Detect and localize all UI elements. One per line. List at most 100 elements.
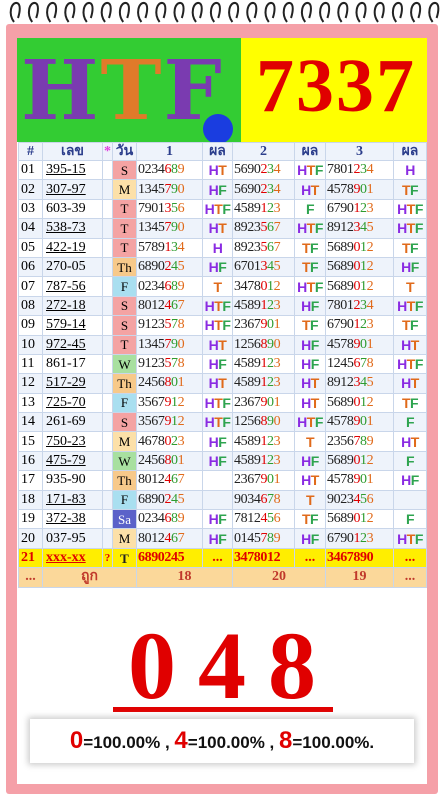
brand-letter-t: T <box>100 43 164 139</box>
row-number: 395-15 <box>42 159 103 181</box>
percent-digit: 4 <box>174 727 188 754</box>
row-index: 05 <box>18 237 43 258</box>
row-set-3: 4578901 <box>325 412 394 433</box>
result-digits: 048 <box>17 618 427 714</box>
brand-dot <box>203 114 233 144</box>
row-result-1: HT <box>202 334 233 355</box>
row-result-1: HF <box>202 353 233 375</box>
header-col-number: เลข <box>42 142 103 161</box>
row-result-3: TF <box>393 179 427 200</box>
spiral-binding <box>9 2 440 23</box>
row-number: 037-95 <box>42 528 103 549</box>
row-number: 861-17 <box>42 353 103 375</box>
row-index: 15 <box>18 431 43 452</box>
table-row: 19 372-38 Sa 0234689 HF 7812456 TF 5689012 F <box>18 509 427 530</box>
latest-result-2: ... <box>294 547 326 569</box>
row-set-1: 1345790 <box>136 334 203 355</box>
banner-number: 7337 <box>256 44 416 128</box>
row-set-1: 0234689 <box>136 276 203 297</box>
row-star <box>102 373 113 394</box>
result-digit: 8 <box>268 612 316 719</box>
row-set-3: 7801234 <box>325 295 394 317</box>
row-day: W <box>112 450 137 472</box>
spiral-ring <box>209 2 221 23</box>
latest-set-1: 6890245 <box>136 547 203 569</box>
row-set-3: 5689012 <box>325 276 394 297</box>
row-set-1: 1345790 <box>136 218 203 239</box>
row-result-1: HTF <box>202 412 233 433</box>
row-result-2: HTF <box>294 218 326 239</box>
row-star <box>102 159 113 181</box>
header-col-day: วัน <box>112 142 137 161</box>
row-set-1: 4678023 <box>136 431 203 452</box>
row-number: 372-38 <box>42 509 103 530</box>
row-set-1: 6890245 <box>136 489 203 511</box>
row-result-2: TF <box>294 237 326 258</box>
row-result-3: TF <box>393 392 427 414</box>
row-star <box>102 392 113 414</box>
percent-summary: 0=100.00% , 4=100.00% , 8=100.00%. <box>30 719 414 763</box>
footer-more: ... <box>18 567 43 588</box>
row-result-2: HTF <box>294 276 326 297</box>
row-set-2: 2367901 <box>232 470 295 491</box>
row-result-1: HF <box>202 509 233 530</box>
row-day: F <box>112 276 137 297</box>
row-number: 538-73 <box>42 218 103 239</box>
row-set-2: 4589123 <box>232 431 295 452</box>
percent-value: =100.00% <box>187 733 265 752</box>
table-footer: ... ถูก 18 20 19... <box>18 567 427 588</box>
row-index: 11 <box>18 353 43 375</box>
row-set-3: 9023456 <box>325 489 394 511</box>
row-day: T <box>112 334 137 355</box>
row-result-3: F <box>393 412 427 433</box>
row-result-2: T <box>294 489 326 511</box>
row-result-2: HT <box>294 373 326 394</box>
row-set-1: 8012467 <box>136 295 203 317</box>
row-result-3 <box>393 489 427 511</box>
row-number: 307-97 <box>42 179 103 200</box>
latest-set-3: 3467890 <box>325 547 394 569</box>
table-row: 14 261-69 S 3567912 HTF 1256890 HTF 4578901 F <box>18 412 427 433</box>
row-number: 517-29 <box>42 373 103 394</box>
row-set-1: 3567912 <box>136 392 203 414</box>
row-index: 17 <box>18 470 43 491</box>
spiral-ring <box>264 2 276 23</box>
latest-star: ? <box>102 547 113 569</box>
banner-brand-panel: HTF <box>17 38 241 144</box>
row-result-2: HT <box>294 179 326 200</box>
table-row: 05 422-19 T 5789134 H 8923567 TF 5689012 TF <box>18 237 427 258</box>
row-set-2: 4589123 <box>232 198 295 220</box>
row-result-1: H <box>202 237 233 258</box>
row-result-1: HTF <box>202 198 233 220</box>
row-result-3: F <box>393 509 427 530</box>
row-result-1: HF <box>202 256 233 278</box>
row-result-1: T <box>202 276 233 297</box>
spiral-ring <box>82 2 94 23</box>
banner-number-panel: 7337 <box>241 38 427 142</box>
row-star <box>102 256 113 278</box>
table-row: 15 750-23 M 4678023 HF 4589123 T 2356789 HT <box>18 431 427 452</box>
row-star <box>102 237 113 258</box>
table-row: 01 395-15 S 0234689 HT 5690234 HTF 7801234 H <box>18 159 427 181</box>
row-set-3: 5689012 <box>325 509 394 530</box>
row-star <box>102 295 113 317</box>
result-digit: 4 <box>198 612 246 719</box>
table-header: # เลข * วัน 1 ผล 2 ผล 3 ผล <box>18 142 427 161</box>
row-result-2: HF <box>294 334 326 355</box>
header-col-set-2: 2 <box>232 142 295 161</box>
row-index: 13 <box>18 392 43 414</box>
row-result-2: HF <box>294 450 326 472</box>
latest-result-3: ... <box>393 547 427 569</box>
row-set-3: 4578901 <box>325 334 394 355</box>
table-row: 17 935-90 Th 8012467 2367901 HT 4578901 HF <box>18 470 427 491</box>
row-result-2: F <box>294 198 326 220</box>
table-row: 16 475-79 W 2456801 HF 4589123 HF 5689012 F <box>18 450 427 472</box>
header-col-index: # <box>18 142 43 161</box>
row-index: 04 <box>18 218 43 239</box>
row-set-1: 9123578 <box>136 315 203 336</box>
row-result-1: HT <box>202 218 233 239</box>
row-set-1: 0234689 <box>136 159 203 181</box>
spiral-ring <box>9 2 21 23</box>
percent-value: =100.00% <box>292 733 370 752</box>
spiral-ring <box>355 2 367 23</box>
